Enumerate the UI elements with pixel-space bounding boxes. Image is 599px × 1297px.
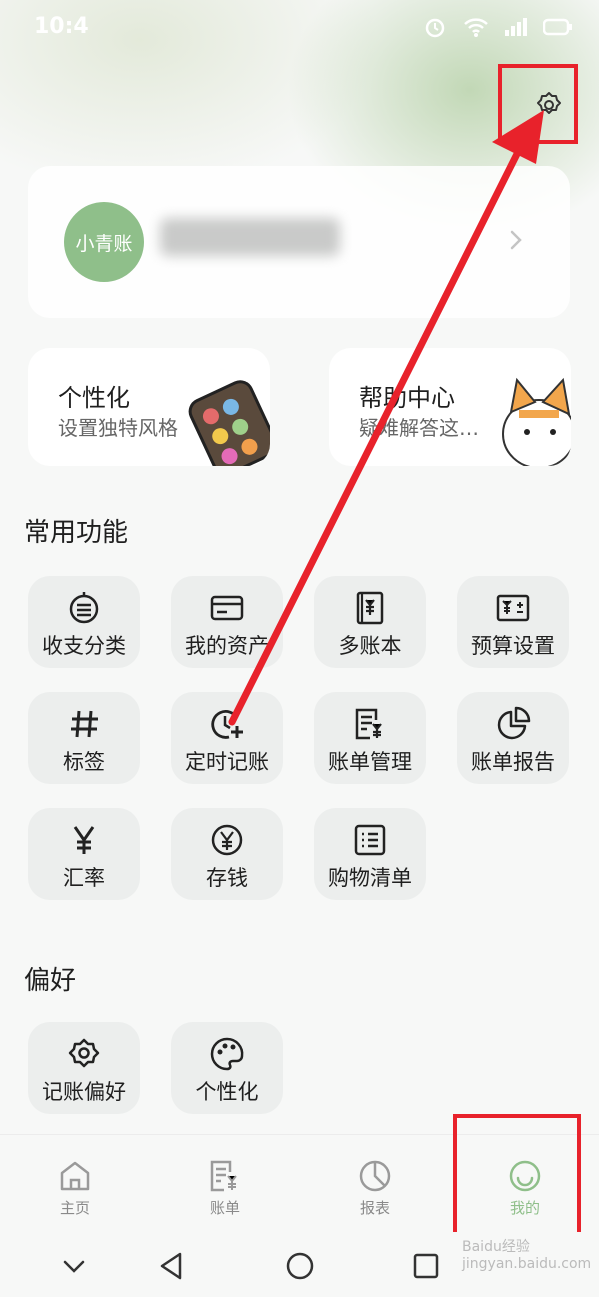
annotation-arrow — [228, 110, 544, 726]
